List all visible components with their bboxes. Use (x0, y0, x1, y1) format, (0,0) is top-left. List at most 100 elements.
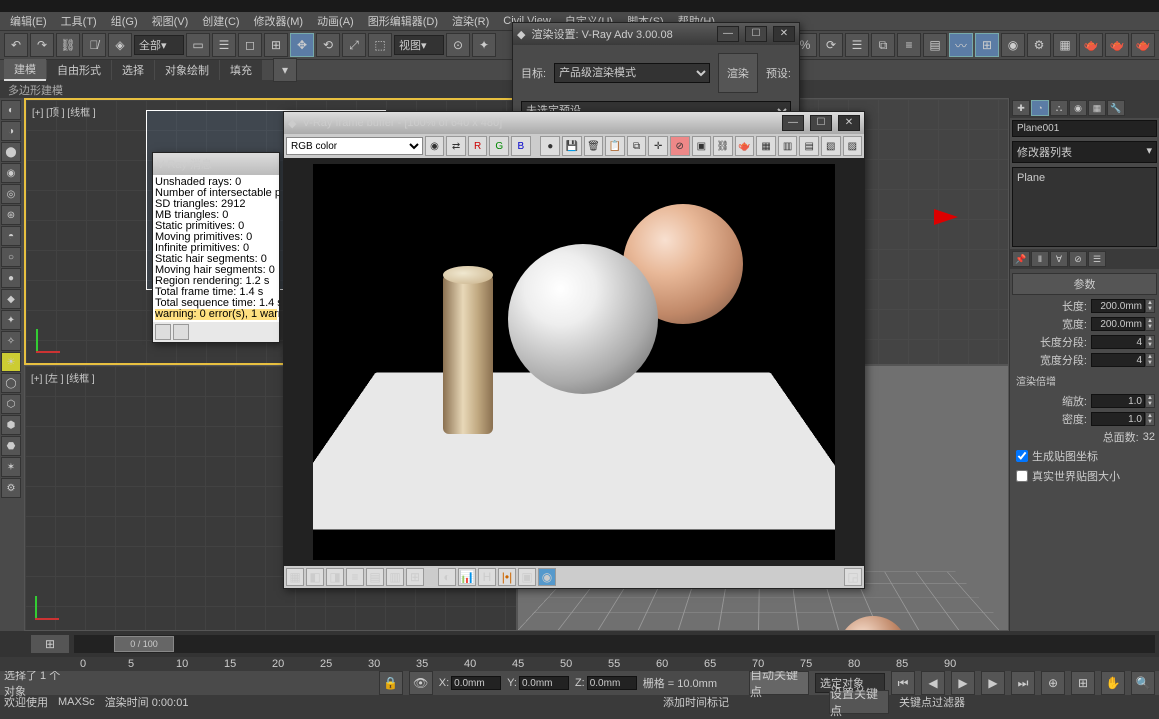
maximize-button[interactable]: ☐ (745, 26, 767, 42)
render-button[interactable]: 🫖 (1079, 33, 1103, 57)
lt-19[interactable]: ⚙ (1, 478, 21, 498)
lt-11[interactable]: ✦ (1, 310, 21, 330)
ribbon-toggle-icon[interactable]: ▾ (273, 58, 297, 82)
vfbb-11[interactable]: |•| (498, 568, 516, 586)
tab-selection[interactable]: 选择 (112, 60, 154, 80)
vray-frame-buffer-window[interactable]: ◆ V-Ray frame buffer - [100% of 640 x 48… (283, 111, 865, 589)
menu-edit[interactable]: 编辑(E) (4, 13, 53, 29)
density-spinner[interactable]: ▲▼ (1091, 412, 1155, 426)
render-last-icon[interactable]: 🫖 (735, 136, 755, 156)
clear-icon[interactable]: 🗑 (584, 136, 604, 156)
color-icon[interactable]: ◉ (425, 136, 445, 156)
named-sel-button[interactable]: ☰ (845, 33, 869, 57)
gen-uv-checkbox[interactable]: 生成贴图坐标 (1010, 446, 1159, 466)
vfb-e-icon[interactable]: ▨ (843, 136, 863, 156)
vfb-a-icon[interactable]: ▦ (756, 136, 776, 156)
lt-6[interactable]: ⊛ (1, 205, 21, 225)
vraymsg-titlebar[interactable]: V-Ray 消息 (153, 153, 279, 175)
rotate-button[interactable]: ⟲ (316, 33, 340, 57)
lt-16[interactable]: ⬢ (1, 415, 21, 435)
widseg-spinner[interactable]: ▲▼ (1091, 353, 1155, 367)
bind-button[interactable]: ◈ (108, 33, 132, 57)
lt-9[interactable]: ● (1, 268, 21, 288)
placement-button[interactable]: ⬚ (368, 33, 392, 57)
time-thumb[interactable]: 0 / 100 (114, 636, 174, 652)
nav-2-icon[interactable]: ⊞ (1071, 671, 1095, 695)
spinner-snap[interactable]: ⟳ (819, 33, 843, 57)
tab-objpaint[interactable]: 对象绘制 (155, 60, 219, 80)
modify-tab-icon[interactable]: ◔ (1031, 100, 1049, 116)
modifier-stack[interactable]: Plane (1012, 167, 1157, 247)
setkey-button[interactable]: 设置关键点 (829, 690, 889, 714)
render-frame-button[interactable]: ▦ (1053, 33, 1077, 57)
close-button[interactable]: ✕ (773, 26, 795, 42)
menu-graph[interactable]: 图形编辑器(D) (362, 13, 444, 29)
add-timetag[interactable]: 添加时间标记 (663, 694, 729, 710)
select-button[interactable]: ▭ (186, 33, 210, 57)
remove-mod-icon[interactable]: ⊘ (1069, 251, 1087, 267)
keyfilter-button[interactable]: 关键点过滤器 (899, 694, 965, 710)
lt-14[interactable]: ◯ (1, 373, 21, 393)
material-editor-button[interactable]: ◉ (1001, 33, 1025, 57)
dup-icon[interactable]: ⧉ (627, 136, 647, 156)
unlink-button[interactable]: ⛓̸ (82, 33, 106, 57)
y-coord[interactable]: Y: (507, 676, 569, 690)
goto-start-icon[interactable]: ⏮ (891, 671, 915, 695)
lt-2[interactable]: ◑ (1, 121, 21, 141)
curve-editor-button[interactable]: 〰 (949, 33, 973, 57)
render-setup-titlebar[interactable]: ◆ 渲染设置: V-Ray Adv 3.00.08 — ☐ ✕ (513, 23, 799, 45)
lt-17[interactable]: ⬣ (1, 436, 21, 456)
object-name-field[interactable] (1012, 120, 1157, 137)
tab-freeform[interactable]: 自由形式 (47, 60, 111, 80)
hierarchy-tab-icon[interactable]: ⛬ (1050, 100, 1068, 116)
render-iter-button[interactable]: 🫖 (1131, 33, 1155, 57)
close-button[interactable]: ✕ (838, 115, 860, 131)
rect-select-button[interactable]: ◻ (238, 33, 262, 57)
render-button-big[interactable]: 渲染 (718, 53, 758, 93)
nav-3-icon[interactable]: ✋ (1101, 671, 1125, 695)
play-icon[interactable]: ▶ (951, 671, 975, 695)
target-combo[interactable]: 产品级渲染模式 (554, 63, 710, 83)
lt-8[interactable]: ○ (1, 247, 21, 267)
save-icon[interactable]: 💾 (562, 136, 582, 156)
pin-stack-icon[interactable]: 📌 (1012, 251, 1030, 267)
align-button[interactable]: ≡ (897, 33, 921, 57)
params-header[interactable]: 参数 (1012, 273, 1157, 295)
prev-frame-icon[interactable]: ◀ (921, 671, 945, 695)
manip-button[interactable]: ✦ (472, 33, 496, 57)
pivot-button[interactable]: ⊙ (446, 33, 470, 57)
lock-icon[interactable]: 🔒 (379, 671, 403, 695)
lt-3[interactable]: ⬤ (1, 142, 21, 162)
mirror-button[interactable]: ⧉ (871, 33, 895, 57)
x-coord[interactable]: X: (439, 676, 501, 690)
goto-end-icon[interactable]: ⏭ (1011, 671, 1035, 695)
stop-render-icon[interactable]: ⊘ (670, 136, 690, 156)
vfbb-9[interactable]: 📊 (458, 568, 476, 586)
lt-12[interactable]: ✧ (1, 331, 21, 351)
vfb-c-icon[interactable]: ▤ (799, 136, 819, 156)
vfb-titlebar[interactable]: ◆ V-Ray frame buffer - [100% of 640 x 48… (284, 112, 864, 134)
create-tab-icon[interactable]: ✚ (1012, 100, 1030, 116)
lt-15[interactable]: ⬡ (1, 394, 21, 414)
vfbb-3[interactable]: ◨ (326, 568, 344, 586)
vfbb-1[interactable]: ▦ (286, 568, 304, 586)
selection-filter[interactable]: 全部 ▾ (134, 35, 184, 55)
copy-icon[interactable]: 📋 (605, 136, 625, 156)
vfbb-10[interactable]: H (478, 568, 496, 586)
lt-10[interactable]: ◆ (1, 289, 21, 309)
layers-button[interactable]: ▤ (923, 33, 947, 57)
blue-channel-button[interactable]: B (511, 136, 531, 156)
vfbb-2[interactable]: ◧ (306, 568, 324, 586)
maximize-button[interactable]: ☐ (810, 115, 832, 131)
vfbb-corner[interactable]: ◲ (844, 568, 862, 586)
green-channel-button[interactable]: G (489, 136, 509, 156)
next-frame-icon[interactable]: ▶ (981, 671, 1005, 695)
render-prod-button[interactable]: 🫖 (1105, 33, 1129, 57)
timeconfig-button[interactable]: ⊞ (30, 634, 70, 654)
menu-group[interactable]: 组(G) (105, 13, 144, 29)
vfb-d-icon[interactable]: ▧ (821, 136, 841, 156)
schematic-button[interactable]: ⊞ (975, 33, 999, 57)
length-spinner[interactable]: ▲▼ (1091, 299, 1155, 313)
scale-spinner[interactable]: ▲▼ (1091, 394, 1155, 408)
menu-render[interactable]: 渲染(R) (446, 13, 495, 29)
